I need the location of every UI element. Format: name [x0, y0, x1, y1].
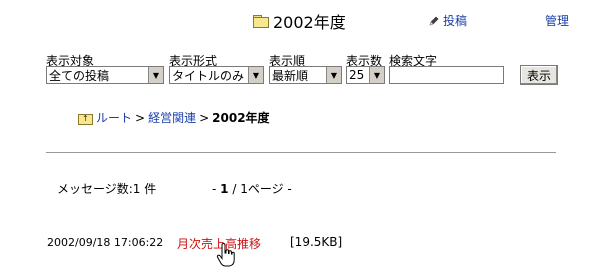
folder-icon: [253, 15, 269, 28]
breadcrumb: ↑ ルート > 経営関連 > 2002年度: [78, 109, 270, 126]
count-select-value: 25: [349, 68, 365, 82]
format-select-value: タイトルのみ: [172, 68, 245, 83]
pager-current-page: 1: [220, 182, 229, 196]
breadcrumb-current: 2002年度: [212, 111, 270, 125]
chevron-down-icon[interactable]: ▼: [148, 67, 163, 83]
format-select[interactable]: タイトルのみ ▼: [169, 66, 264, 84]
pencil-icon: [429, 16, 439, 25]
display-button[interactable]: 表示: [520, 65, 558, 85]
search-input[interactable]: [389, 66, 504, 84]
page-title: 2002年度: [253, 9, 346, 33]
chevron-down-icon[interactable]: ▼: [326, 67, 341, 83]
target-select[interactable]: 全ての投稿 ▼: [46, 66, 164, 84]
breadcrumb-separator: >: [135, 110, 146, 125]
post-link-label: 投稿: [443, 14, 468, 28]
hand-cursor-icon: [216, 243, 235, 267]
divider: [46, 152, 556, 153]
order-select[interactable]: 最新順 ▼: [269, 66, 342, 84]
target-select-value: 全ての投稿: [49, 68, 110, 83]
manage-link[interactable]: 管理: [545, 12, 569, 29]
message-count: メッセージ数:1 件: [57, 182, 157, 196]
pager-suffix: / 1ページ -: [228, 182, 292, 196]
message-date: 2002/09/18 17:06:22: [47, 236, 164, 249]
count-select[interactable]: 25 ▼: [346, 66, 385, 84]
page-title-text: 2002年度: [273, 13, 346, 32]
pager: - 1 / 1ページ -: [212, 180, 292, 197]
breadcrumb-root-link[interactable]: ルート: [96, 109, 132, 126]
message-size: [19.5KB]: [290, 235, 343, 249]
chevron-down-icon[interactable]: ▼: [369, 67, 384, 83]
chevron-down-icon[interactable]: ▼: [248, 67, 263, 83]
breadcrumb-mid-link[interactable]: 経営関連: [148, 109, 196, 126]
breadcrumb-separator: >: [199, 110, 210, 125]
pager-prefix: -: [212, 182, 221, 196]
post-link[interactable]: 投稿: [428, 12, 467, 29]
up-folder-icon[interactable]: ↑: [78, 112, 93, 125]
order-select-value: 最新順: [272, 68, 309, 83]
